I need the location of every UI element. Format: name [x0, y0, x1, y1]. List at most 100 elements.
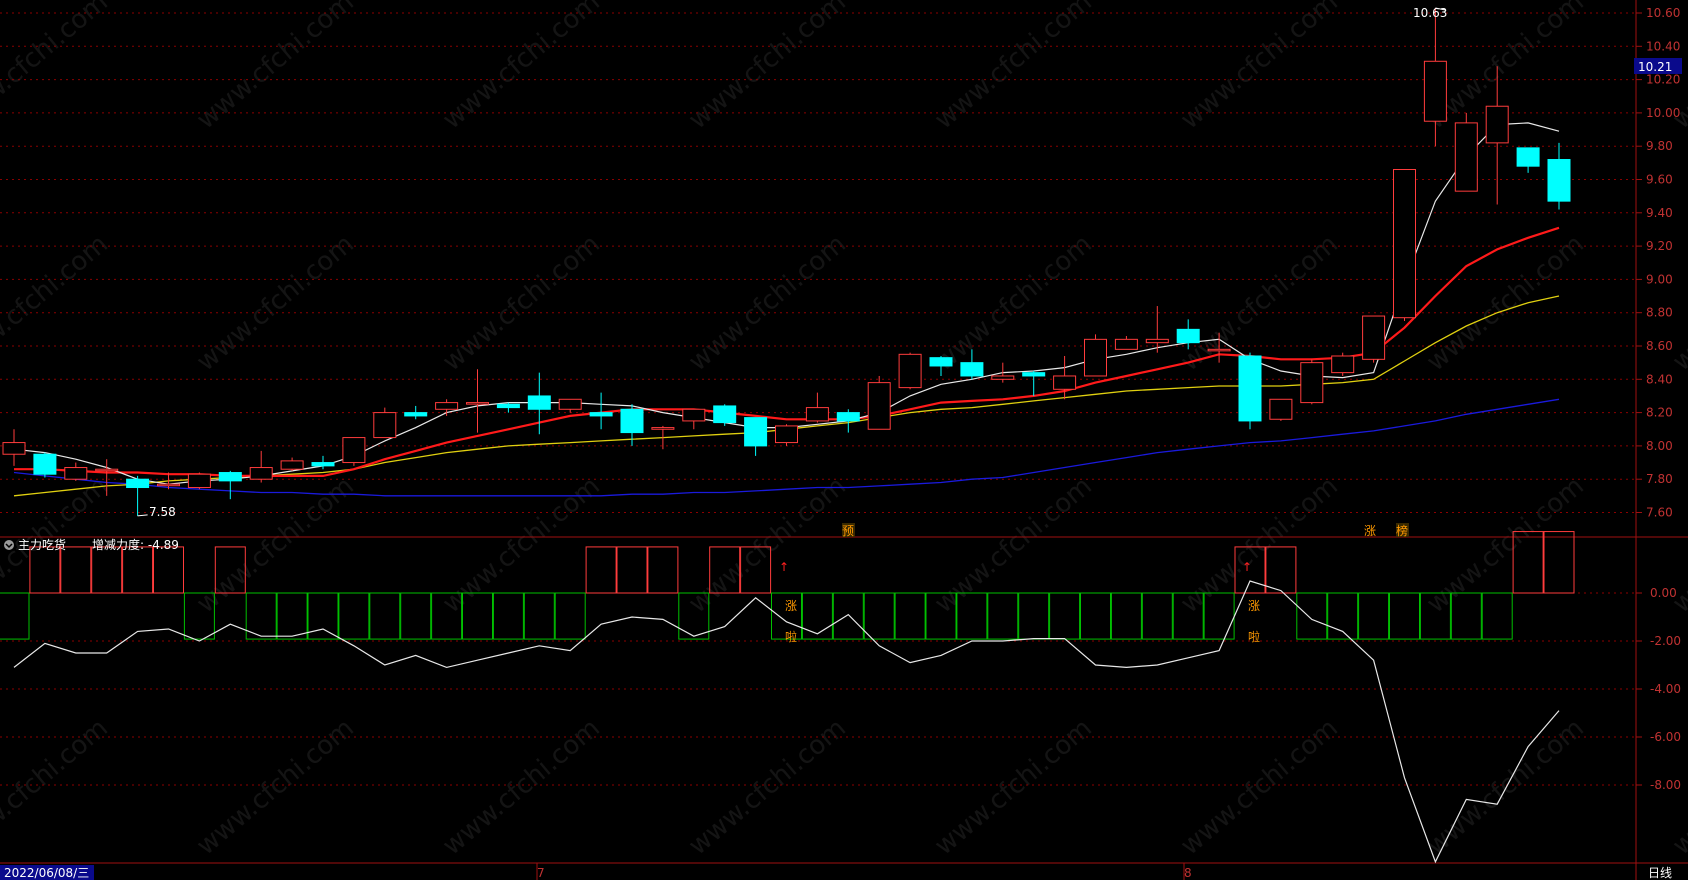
candle — [126, 475, 150, 516]
candle — [249, 450, 273, 483]
candle-body — [1393, 169, 1416, 319]
month-label-8: 8 — [1184, 866, 1192, 880]
candle-body — [1269, 398, 1293, 420]
candle — [1022, 370, 1046, 396]
indicator-bar-green — [276, 592, 308, 640]
candle-body — [1207, 348, 1231, 352]
candle-body — [435, 402, 459, 410]
period-label[interactable]: 日线 — [1648, 866, 1672, 880]
price-tick-label: 8.40 — [1646, 372, 1673, 386]
indicator-bar-green — [863, 592, 895, 640]
candle-body — [466, 402, 489, 405]
candle-body — [342, 437, 366, 464]
watermark-text: www.cfchi.com — [683, 713, 852, 861]
candle-body — [1547, 159, 1571, 202]
indicator-bar-green — [0, 592, 30, 640]
indicator-bar-red — [122, 546, 154, 594]
watermark-text: www.cfchi.com — [0, 0, 114, 135]
candle-body — [1084, 338, 1107, 377]
indicator-name[interactable]: 主力吃货 — [18, 537, 66, 552]
price-axis: 10.60 10.40 10.20 10.00 9.80 9.60 9.40 9.20 9.00… — [1636, 6, 1680, 520]
indicator-bar-green — [400, 592, 432, 640]
candle-body — [280, 460, 304, 470]
candle — [218, 470, 242, 500]
candle-body — [805, 407, 829, 422]
watermark-text: www.cfchi.com — [1175, 713, 1344, 861]
price-tick-label: 9.40 — [1646, 206, 1673, 220]
candle — [435, 399, 459, 416]
watermark-text: www.cfchi.com — [929, 0, 1098, 135]
price-tick-label: 8.80 — [1646, 306, 1673, 320]
indicator-bar-green — [1389, 592, 1420, 640]
indicator-tick-label: 0.00 — [1650, 586, 1677, 600]
candle-body — [1362, 315, 1386, 360]
watermark-text: www.cfchi.com — [0, 229, 114, 377]
candle-body — [64, 467, 88, 480]
indicator-bar-red — [647, 546, 679, 594]
price-tick-label: 8.00 — [1646, 439, 1673, 453]
watermark-text: www.cfchi.com — [1175, 229, 1344, 377]
candle — [1547, 142, 1571, 210]
price-tick-label: 10.00 — [1646, 106, 1680, 120]
candle-body — [991, 375, 1015, 380]
indicator-dropdown-icon[interactable] — [4, 540, 14, 550]
mark-bang: 榜 — [1396, 523, 1408, 538]
indicator-bar-green — [369, 592, 401, 640]
candle-body — [620, 408, 644, 434]
candle — [2, 429, 26, 466]
watermark-text: www.cfchi.com — [929, 471, 1098, 619]
price-tick-label: 9.20 — [1646, 239, 1673, 253]
indicator-bar-red — [153, 546, 184, 594]
high-annotation: 10.63 — [1413, 6, 1447, 20]
candle-body — [1300, 362, 1324, 404]
indicator-bar-green — [492, 592, 524, 640]
indicator-bar-green — [554, 592, 586, 640]
indicator-bar-green — [1110, 592, 1142, 640]
candle-body — [311, 462, 335, 467]
price-tick-label: 9.80 — [1646, 139, 1673, 153]
candle-body — [33, 453, 57, 475]
current-price-tag: 10.21 — [1638, 60, 1672, 74]
sub-mark-la: 啦 — [785, 629, 797, 644]
grid — [0, 0, 1688, 880]
stock-chart[interactable]: www.cfchi.com www.cfchi.com www.cfchi.com w… — [0, 0, 1688, 880]
candle — [373, 407, 397, 439]
indicator-tick-label: -2.00 — [1650, 634, 1681, 648]
candle — [1393, 169, 1416, 322]
candle-body — [682, 408, 706, 422]
price-tick-label: 7.60 — [1646, 506, 1673, 520]
indicator-bar-green — [801, 592, 833, 640]
candle — [280, 457, 304, 471]
candle-body — [836, 412, 860, 422]
indicator-axis: 0.00 -2.00 -4.00 -6.00 -8.00 — [1636, 586, 1681, 792]
mark-zhang: 涨 — [1364, 523, 1376, 538]
sub-mark-zhang: 涨 — [785, 598, 797, 613]
candle — [836, 409, 860, 433]
candle-body — [157, 483, 180, 487]
candle-body — [713, 405, 737, 424]
price-tick-label: 7.80 — [1646, 472, 1673, 486]
candle — [1084, 334, 1107, 377]
watermark-text: www.cfchi.com — [437, 713, 606, 861]
candle-body — [249, 467, 273, 480]
candle — [682, 408, 706, 430]
candle-body — [1176, 328, 1200, 344]
candle — [1300, 359, 1324, 405]
candle — [64, 462, 88, 481]
candle-body — [1114, 338, 1138, 350]
candle-body — [496, 403, 520, 409]
sub-mark-arrow: ↑ — [779, 560, 789, 574]
sub-mark-la: 啦 — [1248, 629, 1260, 644]
watermark-text: www.cfchi.com — [437, 0, 606, 135]
watermark-text: www.cfchi.com — [0, 713, 114, 861]
price-tick-label: 10.20 — [1646, 73, 1680, 87]
candle-body — [1454, 122, 1478, 192]
candle-body — [1053, 375, 1077, 390]
month-label-7: 7 — [537, 866, 545, 880]
watermark-text: www.cfchi.com — [191, 0, 360, 135]
candle-body — [1022, 372, 1046, 377]
watermark-text: www.cfchi.com — [1421, 471, 1590, 619]
low-annotation: 7.58 — [149, 505, 176, 519]
watermark-text: www.cfchi.com — [191, 713, 360, 861]
candle-body — [218, 472, 242, 482]
